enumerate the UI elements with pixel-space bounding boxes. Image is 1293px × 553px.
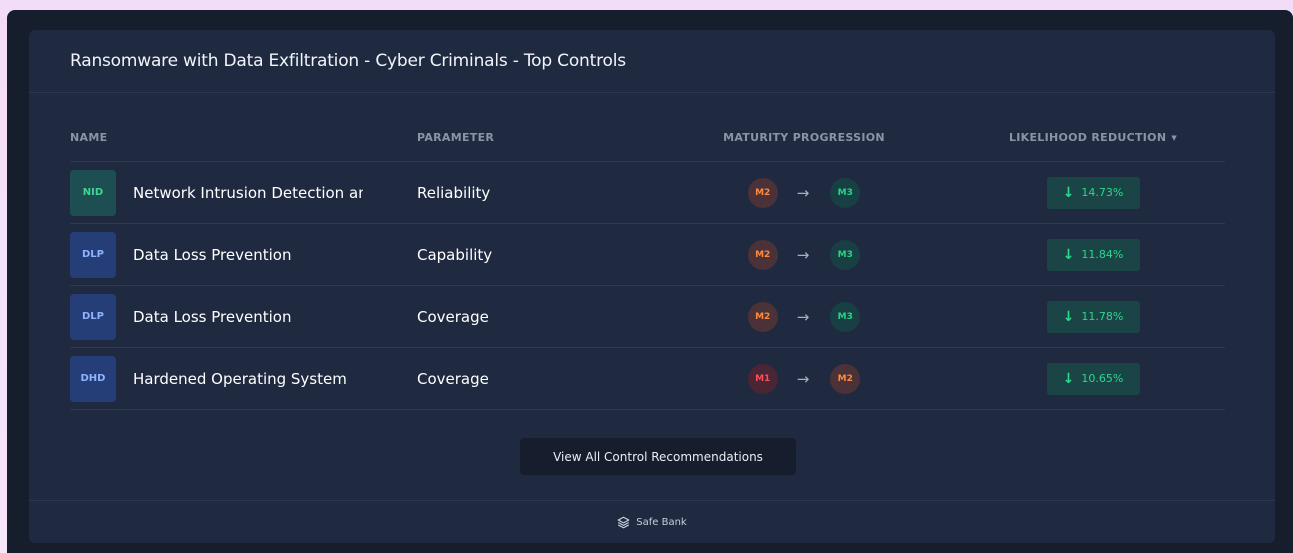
top-controls-card: Ransomware with Data Exfiltration - Cybe… xyxy=(29,30,1275,543)
parameter-cell: Coverage xyxy=(417,307,489,326)
maturity-progression: M1 → M2 xyxy=(647,363,961,394)
likelihood-cell: ↓ 11.78% xyxy=(961,300,1225,333)
maturity-to-badge: M3 xyxy=(830,239,861,270)
table-row[interactable]: NID Network Intrusion Detection and Reli… xyxy=(70,162,1225,224)
control-code-tile: DLP xyxy=(70,231,116,278)
likelihood-reduction-value: 11.78% xyxy=(1081,310,1124,323)
control-name: Data Loss Prevention xyxy=(133,307,292,326)
maturity-from-badge: M1 xyxy=(747,363,778,394)
control-name-cell: DLP Data Loss Prevention xyxy=(70,293,417,340)
column-header-likelihood[interactable]: LIKELIHOOD REDUCTION ▼ xyxy=(961,131,1225,144)
card-footer: Safe Bank xyxy=(29,500,1275,543)
arrow-down-icon: ↓ xyxy=(1062,370,1075,387)
maturity-from-badge: M2 xyxy=(747,301,778,332)
arrow-right-icon: → xyxy=(796,307,810,326)
arrow-right-icon: → xyxy=(796,369,810,388)
column-header-parameter[interactable]: PARAMETER xyxy=(417,131,647,144)
maturity-to-badge: M3 xyxy=(830,301,861,332)
brand-name: Safe Bank xyxy=(636,516,687,528)
maturity-from-badge: M2 xyxy=(747,239,778,270)
maturity-progression: M2 → M3 xyxy=(647,239,961,270)
dashboard-panel: Ransomware with Data Exfiltration - Cybe… xyxy=(7,10,1293,553)
likelihood-reduction-badge: ↓ 10.65% xyxy=(1046,362,1140,395)
maturity-progression: M2 → M3 xyxy=(647,177,961,208)
arrow-down-icon: ↓ xyxy=(1062,308,1075,325)
likelihood-reduction-badge: ↓ 11.84% xyxy=(1046,238,1140,271)
control-name-cell: NID Network Intrusion Detection and xyxy=(70,169,417,216)
controls-table: NAME PARAMETER MATURITY PROGRESSION LIKE… xyxy=(70,113,1225,410)
parameter-cell: Reliability xyxy=(417,183,491,202)
table-row[interactable]: DLP Data Loss Prevention Capability M2 →… xyxy=(70,224,1225,286)
column-header-name[interactable]: NAME xyxy=(70,131,417,144)
likelihood-cell: ↓ 10.65% xyxy=(961,362,1225,395)
control-code-tile: DLP xyxy=(70,293,116,340)
likelihood-reduction-badge: ↓ 11.78% xyxy=(1046,300,1140,333)
control-name-cell: DHD Hardened Operating System xyxy=(70,355,417,402)
maturity-from-badge: M2 xyxy=(747,177,778,208)
maturity-progression: M2 → M3 xyxy=(647,301,961,332)
arrow-down-icon: ↓ xyxy=(1062,184,1075,201)
likelihood-reduction-value: 11.84% xyxy=(1081,248,1124,261)
table-row[interactable]: DLP Data Loss Prevention Coverage M2 → M… xyxy=(70,286,1225,348)
likelihood-reduction-value: 10.65% xyxy=(1081,372,1124,385)
likelihood-reduction-badge: ↓ 14.73% xyxy=(1046,176,1140,209)
layers-icon xyxy=(617,516,630,528)
control-name-cell: DLP Data Loss Prevention xyxy=(70,231,417,278)
arrow-down-icon: ↓ xyxy=(1062,246,1075,263)
control-code-tile: NID xyxy=(70,169,116,216)
column-header-likelihood-label: LIKELIHOOD REDUCTION xyxy=(1008,130,1167,144)
card-title: Ransomware with Data Exfiltration - Cybe… xyxy=(70,51,626,71)
arrow-right-icon: → xyxy=(796,245,810,264)
maturity-to-badge: M2 xyxy=(830,363,861,394)
control-name: Hardened Operating System xyxy=(133,369,347,388)
likelihood-cell: ↓ 11.84% xyxy=(961,238,1225,271)
maturity-to-badge: M3 xyxy=(830,177,861,208)
parameter-cell: Coverage xyxy=(417,369,489,388)
control-name: Data Loss Prevention xyxy=(133,245,292,264)
arrow-right-icon: → xyxy=(796,183,810,202)
control-code-tile: DHD xyxy=(70,355,116,402)
likelihood-reduction-value: 14.73% xyxy=(1081,186,1124,199)
parameter-cell: Capability xyxy=(417,245,493,264)
likelihood-cell: ↓ 14.73% xyxy=(961,176,1225,209)
caret-down-icon: ▼ xyxy=(1171,133,1178,142)
table-row[interactable]: DHD Hardened Operating System Coverage M… xyxy=(70,348,1225,410)
control-name: Network Intrusion Detection and xyxy=(133,183,363,202)
table-header: NAME PARAMETER MATURITY PROGRESSION LIKE… xyxy=(70,113,1225,162)
view-all-controls-button[interactable]: View All Control Recommendations xyxy=(520,438,796,475)
card-header: Ransomware with Data Exfiltration - Cybe… xyxy=(29,30,1275,93)
column-header-maturity[interactable]: MATURITY PROGRESSION xyxy=(647,131,961,144)
